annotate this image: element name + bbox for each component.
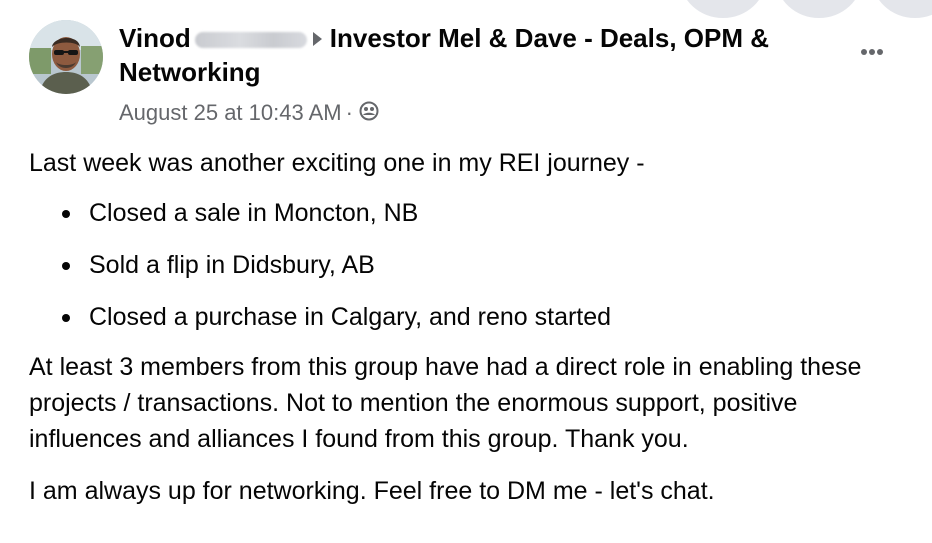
top-button-circle[interactable] [776,0,862,18]
post-body: Last week was another exciting one in my… [29,145,909,509]
post-timestamp[interactable]: August 25 at 10:43 AM [119,98,342,128]
group-audience-icon[interactable] [359,99,379,129]
list-item: Closed a sale in Moncton, NB [62,195,909,231]
list-item: Sold a flip in Didsbury, AB [62,247,909,283]
top-button-circle[interactable] [872,0,932,18]
post-meta: August 25 at 10:43 AM · [119,97,379,129]
arrow-right-icon [312,31,322,46]
more-options-button[interactable] [850,30,894,74]
more-options-icon [861,49,883,55]
meta-separator: · [345,100,353,125]
post-intro: Last week was another exciting one in my… [29,149,645,177]
bullet-dot [62,262,70,270]
list-item-text: Closed a sale in Moncton, NB [89,199,419,227]
author-name-link[interactable]: Vinod [119,23,191,53]
post-header-title: Vinod Investor Mel & Dave - Deals, OPM & … [119,21,839,89]
post-paragraph: I am always up for networking. Feel free… [29,477,715,505]
redacted-surname [194,32,307,49]
list-item-text: Sold a flip in Didsbury, AB [89,251,375,279]
list-item-text: Closed a purchase in Calgary, and reno s… [89,303,612,331]
bullet-dot [62,314,70,322]
list-item: Closed a purchase in Calgary, and reno s… [62,299,909,335]
top-button-circle[interactable] [680,0,766,18]
bullet-list: Closed a sale in Moncton, NB Sold a flip… [29,195,909,335]
feed-post: Vinod Investor Mel & Dave - Deals, OPM & … [0,0,932,543]
post-paragraph: At least 3 members from this group have … [29,353,862,453]
author-avatar[interactable] [29,20,103,94]
bullet-dot [62,210,70,218]
avatar-photo [29,20,103,94]
